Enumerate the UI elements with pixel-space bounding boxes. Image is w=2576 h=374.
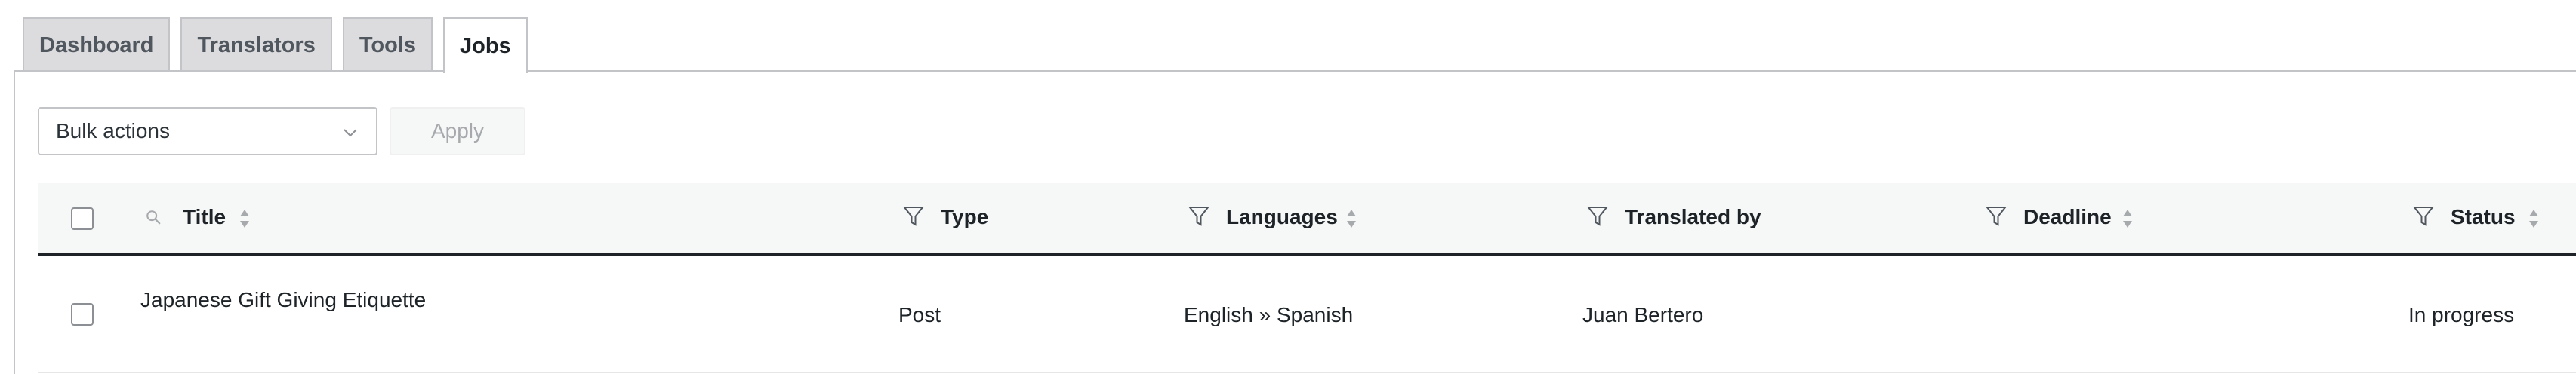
bulk-actions-value: Bulk actions bbox=[56, 119, 170, 143]
panel-left-border bbox=[14, 70, 15, 374]
job-translated-by: Juan Bertero bbox=[1582, 303, 1704, 326]
sort-icon[interactable] bbox=[239, 208, 251, 229]
nav-tabs: Dashboard Translators Tools Jobs bbox=[23, 17, 538, 73]
search-icon[interactable] bbox=[145, 209, 162, 225]
column-deadline-header[interactable]: Deadline bbox=[2023, 205, 2112, 229]
tab-translators[interactable]: Translators bbox=[180, 17, 332, 72]
chevron-down-icon bbox=[344, 129, 357, 137]
job-type: Post bbox=[898, 303, 941, 326]
column-languages-header[interactable]: Languages bbox=[1226, 205, 1338, 229]
filter-icon[interactable] bbox=[1188, 205, 1209, 228]
tabs-divider bbox=[14, 70, 2576, 72]
filter-icon[interactable] bbox=[903, 205, 924, 228]
tab-dashboard[interactable]: Dashboard bbox=[23, 17, 171, 72]
job-languages: English » Spanish bbox=[1184, 303, 1354, 326]
filter-icon[interactable] bbox=[1986, 205, 2007, 228]
sort-icon[interactable] bbox=[2528, 208, 2540, 229]
select-all-checkbox[interactable] bbox=[71, 207, 94, 230]
sort-icon[interactable] bbox=[2122, 208, 2134, 229]
job-status: In progress bbox=[2408, 303, 2515, 326]
column-status-header[interactable]: Status bbox=[2451, 205, 2516, 229]
filter-icon[interactable] bbox=[1587, 205, 1608, 228]
column-title-header[interactable]: Title bbox=[183, 205, 226, 229]
tab-tools[interactable]: Tools bbox=[342, 17, 433, 72]
jobs-page: Dashboard Translators Tools Jobs Bulk ac… bbox=[0, 0, 2576, 374]
table-row: Japanese Gift Giving Etiquette Post Engl… bbox=[38, 256, 2576, 373]
job-title-link[interactable]: Japanese Gift Giving Etiquette bbox=[140, 288, 426, 312]
row-select-checkbox[interactable] bbox=[71, 303, 94, 326]
filter-icon[interactable] bbox=[2413, 205, 2434, 228]
bulk-actions-select[interactable]: Bulk actions bbox=[38, 107, 377, 155]
table-header: Title Type Languages Translated by Deadl… bbox=[38, 183, 2576, 256]
column-translated-by-header[interactable]: Translated by bbox=[1625, 205, 1761, 229]
tab-jobs[interactable]: Jobs bbox=[443, 17, 528, 73]
sort-icon[interactable] bbox=[1345, 208, 1357, 229]
apply-button[interactable]: Apply bbox=[390, 107, 525, 155]
column-type-header[interactable]: Type bbox=[941, 205, 988, 229]
